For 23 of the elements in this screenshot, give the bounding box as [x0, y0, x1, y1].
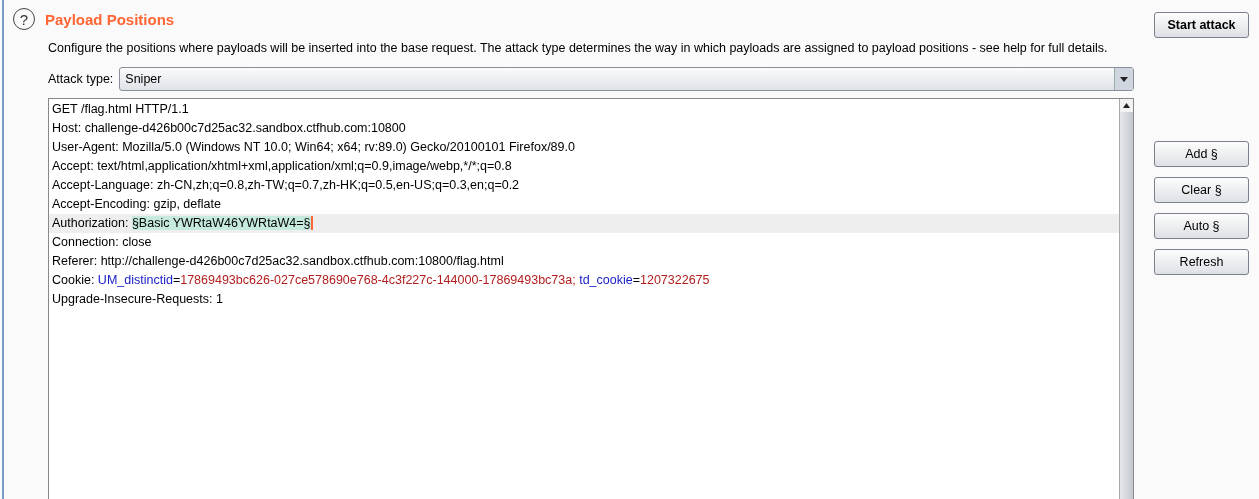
request-line: Accept-Language: zh-CN,zh;q=0.8,zh-TW;q=0.7,zh-HK;q=0.5,en-US;q=0.3,en;q=0.2 — [51, 177, 521, 194]
request-line: Accept: text/html,application/xhtml+xml,application/xml;q=0.9,image/webp,*/*;q=0.8 — [51, 158, 513, 175]
section-description: Configure the positions where payloads will be inserted into the base request. The attack type determines the way in which payloads are assigned to payload positions - see help for full details. — [48, 40, 1109, 57]
request-line: GET /flag.html HTTP/1.1 — [51, 101, 190, 118]
start-attack-button[interactable]: Start attack — [1154, 12, 1249, 38]
request-line: Accept-Encoding: gzip, deflate — [51, 196, 222, 213]
request-line: User-Agent: Mozilla/5.0 (Windows NT 10.0; Win64; x64; rv:89.0) Gecko/20100101 Firefox/89.0 — [51, 139, 576, 156]
dropdown-caret-icon — [1120, 76, 1128, 82]
request-line: Host: challenge-d426b00c7d25ac32.sandbox.ctfhub.com:10800 — [51, 120, 407, 137]
request-line: Referer: http://challenge-d426b00c7d25ac32.sandbox.ctfhub.com:10800/flag.html — [51, 253, 505, 270]
request-editor[interactable] — [48, 98, 1134, 499]
scroll-up-icon[interactable] — [1120, 99, 1133, 112]
attack-type-label: Attack type: — [48, 72, 114, 86]
position-button[interactable]: Refresh — [1154, 249, 1249, 275]
position-button[interactable]: Auto § — [1154, 213, 1249, 239]
scrollbar[interactable] — [1119, 99, 1133, 499]
request-line: Upgrade-Insecure-Requests: 1 — [51, 291, 224, 308]
section-title: Payload Positions — [45, 10, 175, 28]
request-line: Cookie: UM_distinctid=17869493bc626-027ce578690e768-4c3f227c-144000-17869493bc73a; td_cookie=1207322675 — [51, 272, 711, 289]
position-button[interactable]: Add § — [1154, 141, 1249, 167]
request-line: Connection: close — [51, 234, 153, 251]
attack-type-dropdown[interactable]: Sniper — [119, 67, 1134, 91]
position-button[interactable]: Clear § — [1154, 177, 1249, 203]
